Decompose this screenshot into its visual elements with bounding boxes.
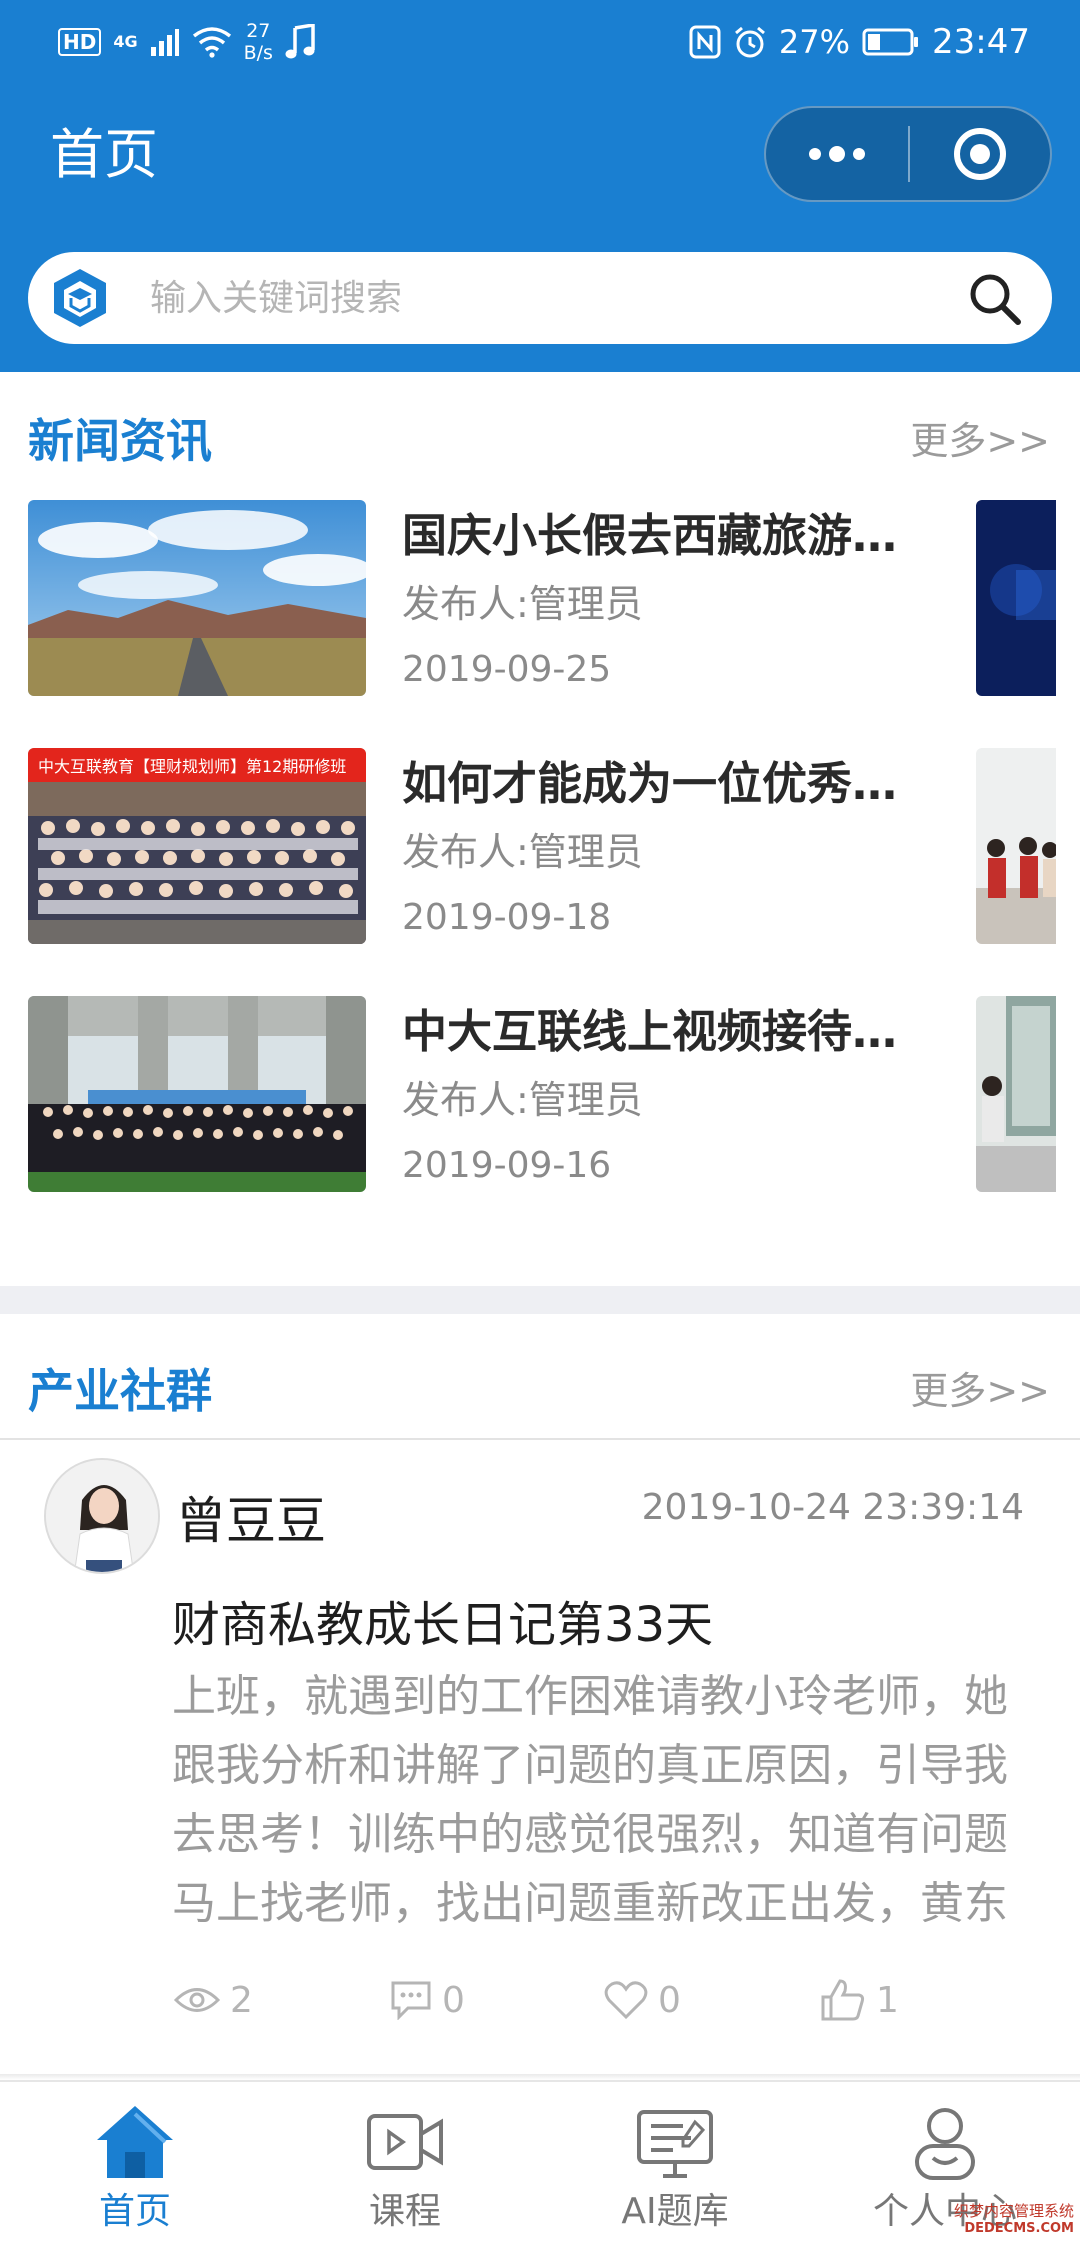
tab-home[interactable]: 首页 [0,2082,270,2244]
heart-icon [604,1981,648,2020]
news-author: 发布人:管理员 [402,1078,643,1122]
post-username: 曾豆豆 [176,1492,326,1550]
comments-stat[interactable]: 0 [390,1970,465,2030]
likes-stat[interactable]: 0 [604,1970,681,2030]
section-divider [0,1286,1080,1314]
eye-icon [174,1988,220,2012]
section-separator [0,1438,1080,1440]
mini-program-capsule [764,106,1052,202]
news-section-title: 新闻资讯 [28,414,212,468]
battery-icon [862,28,919,56]
news-more-link[interactable]: 更多>> [910,406,1050,476]
news-date: 2019-09-18 [402,897,612,938]
post-title: 财商私教成长日记第33天 [172,1597,714,1653]
news-thumbnail-image [28,996,366,1192]
search-input[interactable] [150,266,970,330]
thumbs-up-count: 1 [876,1979,899,2021]
community-section-header: 产业社群 更多>> [0,1346,1080,1436]
comments-count: 0 [442,1979,465,2021]
tab-courses[interactable]: 课程 [270,2082,540,2244]
news-title: 如何才能成为一位优秀… [402,757,898,810]
news-date: 2019-09-16 [402,1145,612,1186]
community-more-link[interactable]: 更多>> [910,1356,1050,1426]
news-date: 2019-09-25 [402,649,612,690]
likes-count: 0 [658,1979,681,2021]
news-item[interactable]: 国庆小长假去西藏旅游… 发布人:管理员 2019-09-25 [0,500,1080,700]
app-logo-icon [54,269,106,327]
search-bar[interactable] [28,252,1052,344]
home-icon [97,2106,173,2178]
watermark: 织梦内容管理系统 DEDECMS.COM [954,2202,1074,2238]
wifi-icon [192,27,231,58]
news-item[interactable]: 中大互联教育【理财规划师】第12期研修班 如何才能成为一位优秀… 发布人:管理员… [0,748,1080,948]
news-thumbnail-image [28,500,366,696]
news-title: 中大互联线上视频接待… [402,1005,898,1058]
tab-label: 课程 [368,2191,441,2232]
post-body: 上班，就遇到的工作困难请教小玲老师，她跟我分析和讲解了问题的真正原因，引导我去思… [172,1671,1008,1929]
tab-label: AI题库 [621,2191,729,2232]
status-bar: HD 4G 27 B/s 27% 23:47 [0,0,1080,84]
battery-percent: 27% [778,23,851,61]
news-peek-image [976,748,1056,944]
hd-indicator: HD [58,28,102,56]
news-author: 发布人:管理员 [402,830,643,874]
news-peek-image [976,500,1056,696]
comment-icon [391,1981,431,2020]
views-count: 2 [230,1979,253,2021]
news-item[interactable]: 中大互联线上视频接待… 发布人:管理员 2019-09-16 [0,996,1080,1196]
monitor-icon [637,2110,713,2178]
search-icon[interactable] [968,272,1022,326]
network-speed: 27 B/s [243,20,273,64]
avatar[interactable] [44,1458,160,1574]
signal-icon [150,29,179,56]
news-section-header: 新闻资讯 更多>> [0,396,1080,486]
nfc-icon [689,25,721,59]
clock: 23:47 [932,22,1030,62]
more-dots-icon [809,146,865,162]
post-timestamp: 2019-10-24 23:39:14 [641,1487,1024,1528]
more-button[interactable] [766,108,908,200]
close-button[interactable] [910,108,1050,200]
thumbs-up-icon [821,1979,865,2021]
news-author: 发布人:管理员 [402,582,643,626]
alarm-icon [734,26,765,58]
watermark-cn: 织梦内容管理系统 [953,2202,1074,2220]
news-thumb-banner: 中大互联教育【理财规划师】第12期研修班 [38,757,346,776]
tab-bar: 首页 课程 AI题库 个人中心 织梦内容管理系统 DEDECMS.COM [0,2080,1080,2244]
news-peek-image [976,996,1056,1192]
user-icon [915,2108,975,2180]
community-post[interactable]: 曾豆豆 2019-10-24 23:39:14 财商私教成长日记第33天 上班，… [0,1450,1080,2070]
tab-ai-question-bank[interactable]: AI题库 [540,2082,810,2244]
news-thumbnail-image: 中大互联教育【理财规划师】第12期研修班 [28,748,366,944]
news-title: 国庆小长假去西藏旅游… [402,509,898,562]
header: HD 4G 27 B/s 27% 23:47 首页 输入关键词搜索 [0,0,1080,372]
page-title: 首页 [50,123,158,186]
watermark-en: DEDECMS.COM [964,2221,1074,2236]
music-note-icon [285,24,315,59]
views-stat: 2 [174,1970,253,2030]
post-stats: 2 0 0 1 [0,1970,1080,2030]
video-icon [367,2114,443,2170]
target-close-icon [954,128,1006,180]
thumbs-up-stat[interactable]: 1 [820,1970,899,2030]
network-type: 4G [113,32,138,51]
community-section-title: 产业社群 [28,1364,212,1418]
tab-label: 首页 [98,2191,171,2232]
